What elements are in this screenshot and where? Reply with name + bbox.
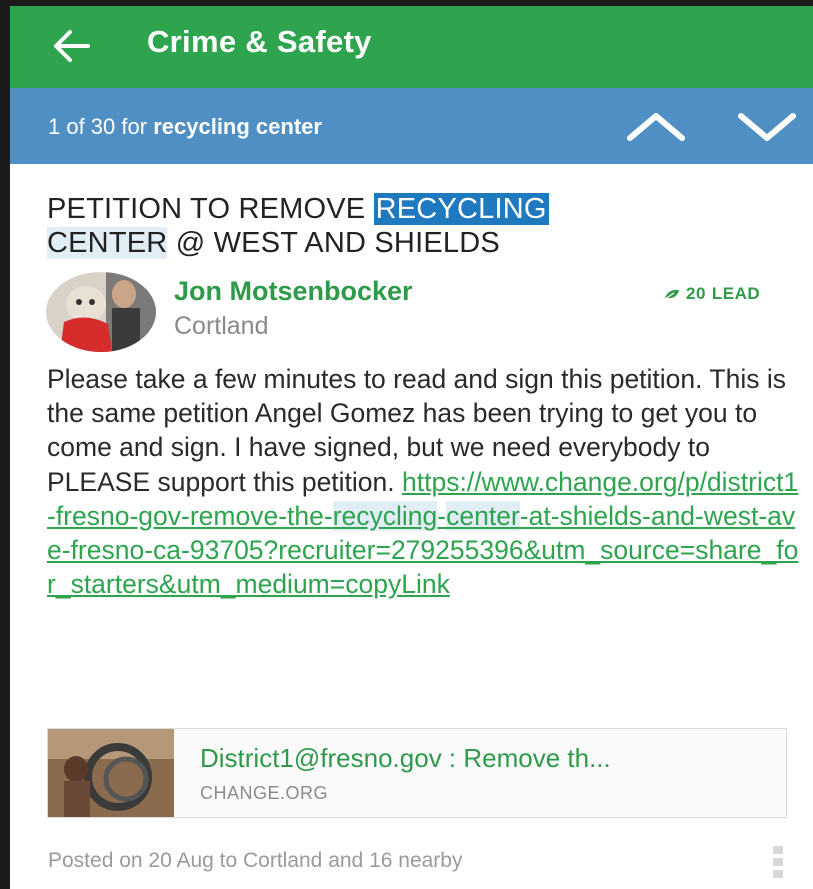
post-title-text: @ WEST AND SHIELDS — [167, 227, 500, 259]
more-vertical-icon[interactable] — [770, 844, 786, 880]
post-body: Please take a few minutes to read and si… — [47, 362, 807, 601]
author-name[interactable]: Jon Motsenbocker — [174, 276, 413, 307]
search-query: recycling center — [153, 114, 322, 139]
post-title[interactable]: PETITION TO REMOVE RECYCLING CENTER @ WES… — [47, 192, 787, 260]
link-text: - — [437, 500, 447, 531]
chevron-up-icon[interactable] — [624, 106, 688, 146]
lead-label: LEAD — [711, 284, 761, 303]
link-preview-card[interactable]: District1@fresno.gov : Remove th... CHAN… — [47, 728, 787, 818]
app-screen: Crime & Safety 1 of 30 for recycling cen… — [10, 6, 813, 889]
arrow-left-icon[interactable] — [52, 28, 92, 64]
post-meta: Posted on 20 Aug to Cortland and 16 near… — [48, 849, 463, 872]
search-highlight: RECYCLING — [373, 193, 549, 225]
link-card-domain: CHANGE.ORG — [200, 783, 329, 803]
search-count: 1 of 30 for — [48, 114, 148, 139]
link-card-title: District1@fresno.gov : Remove th... — [200, 743, 611, 773]
link-highlight: center — [446, 500, 520, 531]
search-status: 1 of 30 for recycling center — [48, 114, 322, 140]
leaf-icon — [664, 289, 679, 300]
lead-count: 20 — [686, 284, 706, 303]
link-thumbnail — [48, 729, 174, 817]
page-title: Crime & Safety — [147, 24, 372, 59]
chevron-down-icon[interactable] — [735, 106, 799, 146]
author-location: Cortland — [174, 312, 269, 340]
search-results-bar: 1 of 30 for recycling center — [10, 88, 813, 164]
app-bar: Crime & Safety — [10, 6, 813, 88]
post-title-text: PETITION TO REMOVE — [47, 193, 374, 225]
lead-badge: 20 LEAD — [664, 284, 760, 304]
link-highlight: recycling — [332, 500, 438, 531]
avatar[interactable] — [46, 272, 156, 352]
search-highlight: CENTER — [47, 227, 168, 259]
